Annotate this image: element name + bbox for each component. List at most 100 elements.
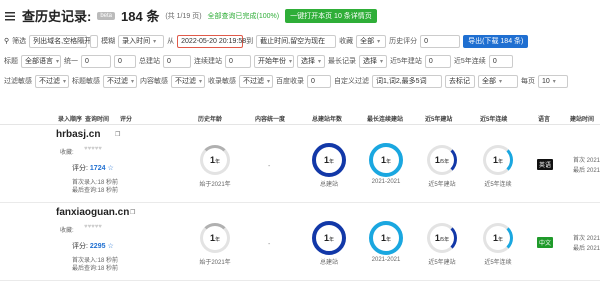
- per-page-label: 每页: [521, 78, 535, 85]
- age-caption: 始于2021年: [199, 260, 231, 266]
- table-header: 录入顺序 查询时间 评分 历史年龄 内容统一度 总建站年数 最长连续建站 近5年…: [0, 111, 600, 125]
- score: 评分: 2295 ☆: [72, 243, 114, 250]
- title-lang-label: 标题: [4, 58, 18, 65]
- filter-icon: ⚲: [4, 38, 10, 45]
- fuzzy-checkbox[interactable]: [90, 34, 99, 48]
- near5-build-input[interactable]: 0: [424, 54, 451, 68]
- col-score[interactable]: 评分: [120, 114, 132, 123]
- query-status: 全部查询已完成(100%): [207, 12, 280, 20]
- star-icon: ☆: [107, 165, 114, 172]
- content-sensitive-select[interactable]: 不过滤: [171, 74, 205, 88]
- content-sensitive-label: 内容敏感: [140, 78, 168, 85]
- last-build: 最后 2021: [573, 246, 600, 252]
- total-value: 1年: [323, 155, 335, 165]
- per-page-select[interactable]: 10: [538, 74, 568, 88]
- custom-filter-input[interactable]: 词1,词2,最多5词: [372, 74, 442, 88]
- continuous-input[interactable]: 0: [225, 54, 251, 68]
- filter-label: 筛选: [12, 38, 27, 45]
- filter-row-1: ⚲ 筛选 列出域名,空格隔开 模糊 录入时间 从 2022-05-20 20:1…: [4, 34, 529, 48]
- start-date-input[interactable]: 2022-05-20 20:19:58: [177, 34, 246, 48]
- near5-build-label: 近5年建站: [390, 58, 422, 65]
- export-button[interactable]: 导出(下载 184 条): [463, 34, 529, 48]
- filter-sensitive-select[interactable]: 不过滤: [35, 74, 69, 88]
- beta-badge: beta: [97, 11, 116, 20]
- choose-select[interactable]: 选择: [297, 54, 325, 68]
- longest-record-select[interactable]: 选择: [359, 54, 387, 68]
- last-build: 最后 2021: [573, 168, 600, 174]
- record-count: 184 条: [121, 9, 160, 24]
- table-row: hrbasj.cn ❐ 收藏: ♥♥♥♥♥ 评分: 1724 ☆ 首次录入:18…: [0, 125, 600, 203]
- to-label: 到: [246, 38, 254, 45]
- table-row: fanxiaoguan.cn ❐ 收藏: ♥♥♥♥♥ 评分: 2295 ☆ 首次…: [0, 203, 600, 281]
- star-icon: ☆: [107, 243, 114, 250]
- sort-select[interactable]: 录入时间: [118, 34, 165, 48]
- uniform-value: -: [268, 163, 271, 170]
- title-sensitive-select[interactable]: 不过滤: [103, 74, 137, 88]
- baidu-index-label: 百度收录: [276, 78, 304, 85]
- index-sensitive-select[interactable]: 不过滤: [239, 74, 273, 88]
- near5-cont-label: 近5年连续: [453, 58, 486, 65]
- longest-record-label: 最长记录: [328, 58, 356, 65]
- end-date-input[interactable]: 截止时间,留空为现在: [256, 34, 337, 48]
- page-header: 查历史记录: beta 184 条 (共 1/19 页) 全部查询已完成(100…: [4, 6, 377, 25]
- col-near5-cont[interactable]: 近5年连续: [480, 114, 507, 123]
- near5-cont-input[interactable]: 0: [488, 54, 513, 68]
- language-select[interactable]: 全部语言: [21, 54, 61, 68]
- query-time: 最后查询:18 秒前: [72, 266, 119, 272]
- baidu-index-input[interactable]: 0: [307, 74, 331, 88]
- copy-icon[interactable]: ❐: [130, 209, 135, 216]
- uniform-percent-input[interactable]: 0: [114, 54, 136, 68]
- age-value: 1年: [209, 155, 221, 165]
- domain-link[interactable]: fanxiaoguan.cn: [56, 207, 129, 218]
- collect-label: 收藏:: [60, 150, 74, 156]
- collect-label: 收藏:: [60, 228, 74, 234]
- longest-value: 1年: [380, 155, 392, 165]
- open-all-button[interactable]: 一键打开本页 10 条详情页: [285, 8, 377, 23]
- first-build: 首次 2021: [573, 158, 600, 164]
- domain-list-input[interactable]: 列出域名,空格隔开: [29, 34, 91, 48]
- col-near5-build[interactable]: 近5年建站: [425, 114, 452, 123]
- age-value: 1年: [209, 233, 221, 243]
- custom-filter-label: 自定义过滤: [334, 78, 369, 85]
- filter-row-3: 过滤敏感 不过滤 标题敏感 不过滤 内容敏感 不过滤 收录敏感 不过滤 百度收录…: [4, 74, 568, 88]
- longest-value: 1年: [380, 233, 392, 243]
- near5-cont-value: 1年: [492, 233, 504, 243]
- col-content-uniform[interactable]: 内容统一度: [255, 114, 285, 123]
- near5-cont-caption: 近5年连续: [484, 182, 512, 188]
- domain-link[interactable]: hrbasj.cn: [56, 129, 100, 140]
- collect-select[interactable]: 全部: [356, 34, 387, 48]
- col-total-years[interactable]: 总建站年数: [312, 114, 342, 123]
- copy-icon[interactable]: ❐: [115, 131, 120, 138]
- total-caption: 总建站: [319, 260, 338, 266]
- col-longest[interactable]: 最长连续建站: [367, 114, 403, 123]
- index-sensitive-label: 收录敏感: [208, 78, 236, 85]
- from-label: 从: [167, 38, 175, 45]
- query-time: 最后查询:18 秒前: [72, 188, 119, 194]
- first-build: 首次 2021: [573, 236, 600, 242]
- collect-label: 收藏: [339, 38, 354, 45]
- col-language: 语言: [538, 117, 551, 123]
- col-history-age[interactable]: 历史年龄: [198, 114, 222, 123]
- history-score-label: 历史评分: [389, 38, 418, 45]
- history-score-input[interactable]: 0: [420, 34, 461, 48]
- uniform-input[interactable]: 0: [81, 54, 111, 68]
- near5-cont-value: 1年: [492, 155, 504, 165]
- mark-button[interactable]: 去标记: [445, 74, 475, 88]
- filter-sensitive-label: 过滤敏感: [4, 78, 32, 85]
- col-query-time[interactable]: 查询时间: [85, 114, 109, 123]
- heart-icon[interactable]: ♥♥♥♥♥: [84, 146, 102, 152]
- language-badge: 中文: [537, 237, 554, 248]
- heart-icon[interactable]: ♥♥♥♥♥: [84, 224, 102, 230]
- uniform-value: -: [268, 241, 271, 248]
- total-build-input[interactable]: 0: [163, 54, 191, 68]
- col-entry-order[interactable]: 录入顺序: [58, 114, 82, 123]
- continuous-label: 连续建站: [194, 58, 222, 65]
- near5-value: 1/5年: [434, 233, 450, 243]
- longest-caption: 2021-2021: [371, 179, 401, 185]
- mark-select[interactable]: 全部: [478, 74, 518, 88]
- total-value: 1年: [323, 233, 335, 243]
- total-caption: 总建站: [319, 182, 338, 188]
- start-year-select[interactable]: 开始年份: [254, 54, 294, 68]
- fuzzy-label: 模糊: [101, 38, 116, 45]
- near5-cont-caption: 近5年连续: [484, 260, 512, 266]
